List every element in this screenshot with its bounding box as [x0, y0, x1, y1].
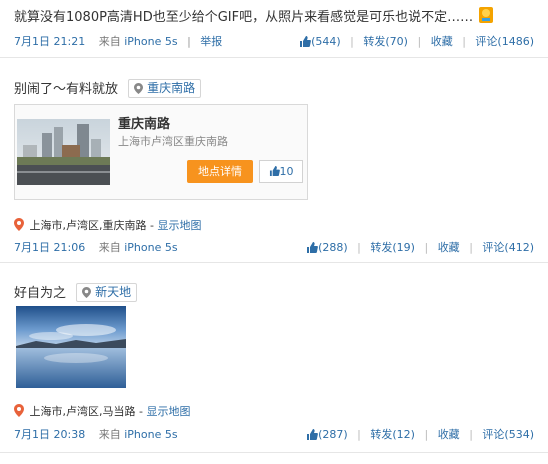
post-date[interactable]: 7月1日 20:38: [14, 428, 85, 441]
source-device[interactable]: iPhone 5s: [124, 241, 177, 254]
thumb-up-icon: [300, 36, 311, 47]
source-prefix: 来自: [98, 35, 121, 48]
separator: |: [357, 241, 361, 254]
like-button[interactable]: (287): [306, 428, 351, 441]
geo-text: 上海市,卢湾区,马当路: [29, 405, 136, 418]
post-divider: [0, 262, 548, 263]
location-tag-label: 新天地: [95, 285, 132, 299]
location-pin-icon: [82, 287, 92, 298]
location-tag[interactable]: 新天地: [76, 283, 138, 302]
post-text-content: 好自为之: [14, 286, 67, 301]
post-3: 好自为之 新天地 上海市,卢湾区,马当路 - 显示地图 7月1日 20:38 来…: [14, 283, 534, 443]
separator: |: [350, 35, 354, 48]
map-link-prefix: -: [135, 405, 147, 418]
separator: |: [462, 35, 466, 48]
report-link[interactable]: 举报: [200, 35, 222, 48]
place-photo[interactable]: [17, 119, 110, 185]
show-map-link[interactable]: 显示地图: [157, 219, 201, 232]
post-text: 好自为之 新天地: [14, 283, 138, 303]
thumb-up-icon: [307, 242, 318, 253]
favorite-button[interactable]: 收藏: [438, 241, 460, 254]
post-photo[interactable]: [16, 306, 126, 388]
post-divider: [0, 57, 548, 58]
like-count: (287): [318, 428, 348, 441]
map-link-prefix: -: [146, 219, 158, 232]
repost-button[interactable]: 转发(19): [370, 241, 415, 254]
post-meta: 7月1日 21:06 来自 iPhone 5s: [14, 239, 178, 255]
source-prefix: 来自: [98, 428, 121, 441]
place-like-button[interactable]: 10: [259, 160, 303, 183]
separator: |: [469, 428, 473, 441]
like-count: (288): [318, 241, 348, 254]
thinking-emoji-icon: [477, 6, 495, 24]
post-2: 别闹了～有料就放 重庆南路 重庆南路 上海市卢湾区重庆南路 地点详情 10 上海…: [14, 79, 534, 254]
repost-button[interactable]: 转发(70): [363, 35, 408, 48]
post-text-content: 别闹了～有料就放: [14, 82, 119, 97]
post-geo: 上海市,卢湾区,马当路 - 显示地图: [14, 403, 190, 419]
post-text: 别闹了～有料就放 重庆南路: [14, 79, 202, 99]
place-details-button[interactable]: 地点详情: [187, 160, 253, 183]
separator: |: [417, 35, 422, 48]
separator: |: [424, 428, 429, 441]
post-divider: [0, 452, 548, 453]
thumb-up-icon: [307, 429, 318, 440]
post-actions: (544) | 转发(70) | 收藏 | 评论(1486): [299, 33, 534, 49]
post-meta: 7月1日 21:21 来自 iPhone 5s | 举报: [14, 33, 222, 49]
post-meta: 7月1日 20:38 来自 iPhone 5s: [14, 426, 178, 442]
favorite-button[interactable]: 收藏: [438, 428, 460, 441]
separator: |: [357, 428, 361, 441]
place-like-count: 10: [279, 165, 294, 178]
location-pin-icon: [14, 218, 24, 231]
source-device[interactable]: iPhone 5s: [124, 35, 177, 48]
place-card: 重庆南路 上海市卢湾区重庆南路 地点详情 10: [14, 104, 308, 200]
geo-text: 上海市,卢湾区,重庆南路: [29, 219, 147, 232]
like-count: (544): [311, 35, 341, 48]
post-actions: (287) | 转发(12) | 收藏 | 评论(534): [306, 426, 534, 442]
place-address: 上海市卢湾区重庆南路: [118, 135, 228, 148]
separator: |: [187, 35, 191, 48]
source-prefix: 来自: [98, 241, 121, 254]
post-date[interactable]: 7月1日 21:06: [14, 241, 85, 254]
thumb-up-icon: [269, 166, 280, 176]
show-map-link[interactable]: 显示地图: [146, 405, 190, 418]
location-pin-icon: [14, 404, 24, 417]
post-1: 就算没有1080P高清HD也至少给个GIF吧，从照片来看感觉是可乐也说不定…… …: [14, 6, 534, 50]
favorite-button[interactable]: 收藏: [431, 35, 453, 48]
source-device[interactable]: iPhone 5s: [124, 428, 177, 441]
comment-button[interactable]: 评论(1486): [475, 35, 534, 48]
post-date[interactable]: 7月1日 21:21: [14, 35, 85, 48]
location-pin-icon: [134, 83, 144, 94]
separator: |: [469, 241, 473, 254]
comment-button[interactable]: 评论(412): [482, 241, 534, 254]
location-tag[interactable]: 重庆南路: [128, 79, 202, 98]
location-tag-label: 重庆南路: [147, 81, 196, 95]
repost-button[interactable]: 转发(12): [370, 428, 415, 441]
place-name[interactable]: 重庆南路: [118, 113, 170, 132]
weibo-feed: 就算没有1080P高清HD也至少给个GIF吧，从照片来看感觉是可乐也说不定…… …: [0, 0, 548, 464]
separator: |: [424, 241, 429, 254]
comment-button[interactable]: 评论(534): [482, 428, 534, 441]
post-text-content: 就算没有1080P高清HD也至少给个GIF吧，从照片来看感觉是可乐也说不定……: [14, 10, 474, 25]
like-button[interactable]: (544): [299, 35, 344, 48]
post-actions: (288) | 转发(19) | 收藏 | 评论(412): [306, 239, 534, 255]
post-geo: 上海市,卢湾区,重庆南路 - 显示地图: [14, 217, 201, 233]
like-button[interactable]: (288): [306, 241, 351, 254]
post-text: 就算没有1080P高清HD也至少给个GIF吧，从照片来看感觉是可乐也说不定……: [14, 6, 495, 27]
